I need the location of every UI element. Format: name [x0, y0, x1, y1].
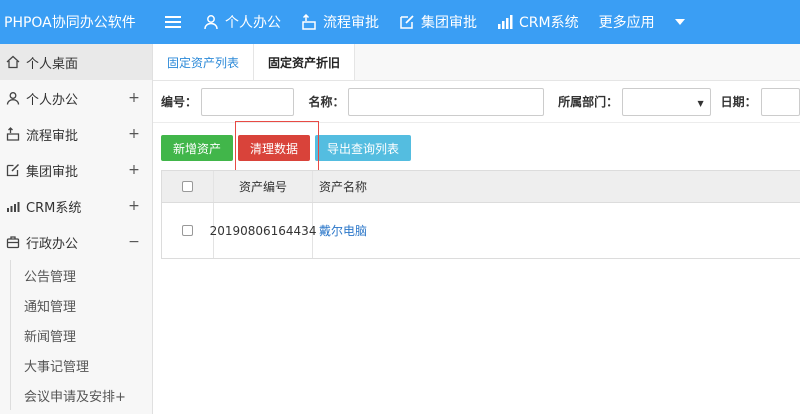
sidebar-item-personal-office[interactable]: 个人办公 + — [0, 80, 152, 116]
sidebar-item-label: 集团审批 — [26, 164, 79, 180]
clear-data-button[interactable]: 清理数据 — [238, 135, 311, 161]
name-label: 名称： — [308, 95, 345, 109]
sidebar-subitem-announcements[interactable]: 公告管理 — [11, 260, 152, 290]
table-header: 资产编号 资产名称 — [162, 171, 800, 203]
nav-item-workflow[interactable]: 流程审批 — [291, 12, 389, 32]
tab-asset-depreciation[interactable]: 固定资产折旧 — [254, 44, 356, 80]
top-nav: 个人办公 流程审批 集团审批 CRM系统 更多应用 — [193, 12, 695, 32]
collapse-icon[interactable]: − — [128, 234, 140, 250]
workflow-icon — [302, 14, 316, 30]
nav-item-label: CRM系统 — [519, 15, 579, 31]
sidebar-item-personal-desktop[interactable]: 个人桌面 — [0, 44, 152, 80]
sidebar-item-workflow[interactable]: 流程审批 + — [0, 116, 152, 152]
workflow-icon — [6, 127, 20, 141]
home-icon — [6, 55, 20, 69]
sidebar-item-label: 流程审批 — [26, 128, 79, 144]
nav-item-label: 个人办公 — [225, 15, 281, 31]
nav-item-label: 流程审批 — [323, 15, 379, 31]
briefcase-icon — [6, 235, 20, 249]
app-title: PHPOA协同办公软件 — [4, 15, 136, 31]
menu-toggle-button[interactable] — [153, 15, 193, 29]
expand-icon[interactable]: + — [128, 90, 140, 106]
sidebar-subitem-meetings[interactable]: 会议申请及安排+ — [11, 380, 152, 410]
nav-more-label: 更多应用 — [598, 15, 655, 31]
department-label: 所属部门： — [558, 95, 619, 109]
edit-icon — [6, 163, 20, 177]
top-bar: PHPOA协同办公软件 个人办公 流程审批 集团审批 CRM系统 更多应用 — [0, 0, 800, 44]
user-icon — [6, 91, 20, 105]
date-label: 日期： — [720, 95, 757, 109]
bar-chart-icon — [6, 199, 20, 213]
table-row: 20190806164434 戴尔电脑 — [162, 203, 800, 258]
chevron-down-icon: ▼ — [697, 98, 704, 108]
nav-item-group-approval[interactable]: 集团审批 — [389, 12, 487, 32]
nav-more-apps[interactable]: 更多应用 — [589, 12, 695, 32]
export-list-button[interactable]: 导出查询列表 — [315, 135, 412, 161]
sidebar-item-admin-office[interactable]: 行政办公 − — [0, 224, 152, 260]
user-icon — [204, 15, 218, 30]
sidebar-item-label: 行政办公 — [26, 236, 79, 252]
column-header-name[interactable]: 资产名称 — [313, 171, 800, 202]
sidebar-subitem-news[interactable]: 新闻管理 — [11, 320, 152, 350]
add-asset-button[interactable]: 新增资产 — [161, 135, 234, 161]
hamburger-icon — [165, 16, 181, 28]
sidebar-item-group-approval[interactable]: 集团审批 + — [0, 152, 152, 188]
sidebar-submenu: 公告管理 通知管理 新闻管理 大事记管理 会议申请及安排+ — [10, 260, 152, 410]
date-input[interactable] — [760, 87, 800, 116]
bar-chart-icon — [498, 15, 513, 29]
select-all-checkbox[interactable] — [182, 181, 193, 192]
row-checkbox-cell — [162, 203, 214, 258]
sidebar-item-label: 个人办公 — [26, 92, 79, 108]
nav-item-personal-office[interactable]: 个人办公 — [193, 12, 291, 32]
asset-name-link[interactable]: 戴尔电脑 — [319, 222, 367, 239]
department-select[interactable]: ▼ — [622, 87, 711, 116]
sidebar-item-label: CRM系统 — [26, 200, 82, 216]
tab-asset-list[interactable]: 固定资产列表 — [153, 44, 255, 80]
filter-bar: 编号： 名称： 所属部门： ▼ 日期： — [153, 81, 800, 123]
sidebar-item-crm[interactable]: CRM系统 + — [0, 188, 152, 224]
nav-item-crm[interactable]: CRM系统 — [487, 12, 589, 32]
column-header-number[interactable]: 资产编号 — [214, 171, 313, 202]
expand-icon[interactable]: + — [128, 126, 140, 142]
sidebar-subitem-events[interactable]: 大事记管理 — [11, 350, 152, 380]
edit-icon — [400, 15, 414, 29]
main-content: 固定资产列表 固定资产折旧 编号： 名称： 所属部门： ▼ 日期： 新增资产 清… — [153, 44, 800, 414]
sidebar-subitem-notices[interactable]: 通知管理 — [11, 290, 152, 320]
row-checkbox[interactable] — [182, 225, 193, 236]
name-input[interactable] — [348, 87, 545, 116]
nav-item-label: 集团审批 — [421, 15, 477, 31]
expand-icon[interactable]: + — [128, 198, 140, 214]
action-bar: 新增资产 清理数据 导出查询列表 — [153, 123, 800, 173]
header-checkbox-cell — [162, 171, 214, 202]
number-label: 编号： — [161, 95, 198, 109]
asset-table: 资产编号 资产名称 20190806164434 戴尔电脑 — [161, 170, 800, 259]
caret-down-icon — [674, 19, 685, 25]
sidebar: 个人桌面 个人办公 + 流程审批 + 集团审批 + CRM系统 + 行政办公 −… — [0, 44, 153, 414]
expand-icon[interactable]: + — [128, 162, 140, 178]
tab-bar: 固定资产列表 固定资产折旧 — [153, 44, 800, 81]
asset-number-cell: 20190806164434 — [210, 203, 316, 258]
asset-name-cell: 戴尔电脑 — [313, 203, 800, 258]
sidebar-item-label: 个人桌面 — [26, 56, 79, 72]
number-input[interactable] — [201, 87, 295, 116]
